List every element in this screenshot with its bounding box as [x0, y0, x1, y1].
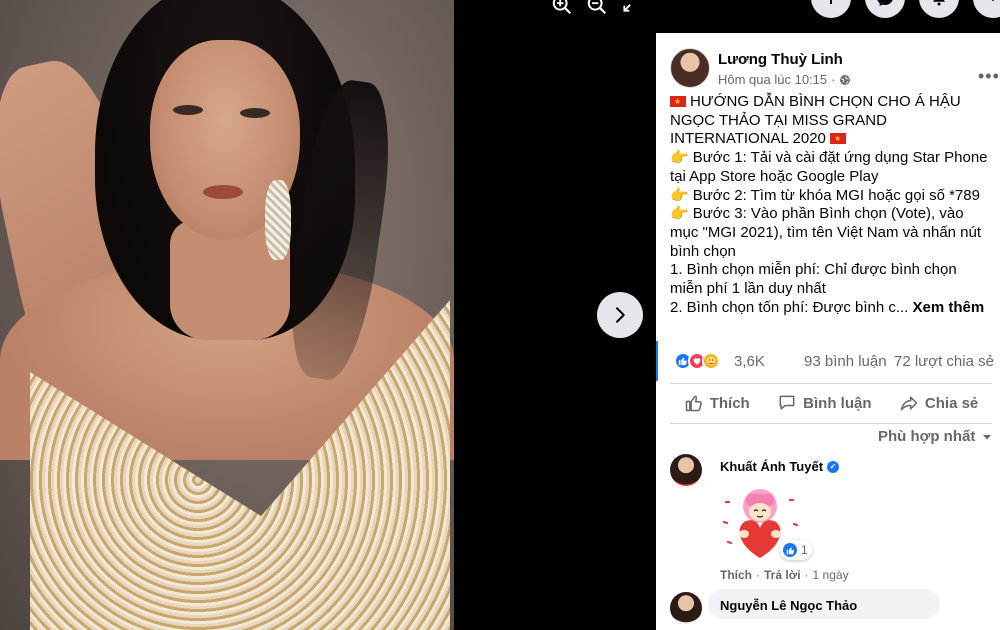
caret-down-icon — [983, 434, 992, 439]
sticker-like-count: 1 — [801, 543, 808, 557]
photo-eye-right — [240, 108, 270, 118]
comment-sort-dropdown[interactable]: Phù hợp nhất — [878, 428, 993, 445]
see-more-link[interactable]: Xem thêm — [913, 299, 985, 316]
zoom-out-icon[interactable] — [585, 0, 609, 18]
next-photo-button[interactable] — [597, 292, 643, 338]
post-header: Lương Thuỳ Linh Hôm qua lúc 10:15 · ••• — [670, 48, 999, 92]
post-step-2-text: Bước 2: Tìm từ khóa MGI hoặc gọi số *789 — [692, 186, 980, 204]
photo-earring — [265, 180, 291, 260]
author-avatar[interactable] — [670, 48, 710, 88]
separator-dot: · — [831, 72, 836, 87]
separator-dot: · — [804, 568, 809, 582]
like-reaction-icon — [782, 542, 798, 558]
share-count[interactable]: 72 lượt chia sẻ — [894, 353, 994, 370]
post-meta: Hôm qua lúc 10:15 · — [718, 72, 851, 87]
post-actions: Thích Bình luận Chia sẻ — [670, 388, 992, 418]
commenter-avatar[interactable] — [670, 592, 702, 624]
commenter-name[interactable]: Khuất Ánh Tuyết ✓ — [720, 459, 840, 474]
reaction-count[interactable]: 3,6K — [734, 353, 765, 370]
comment-time[interactable]: 1 ngày — [813, 568, 849, 582]
sticker-reaction-badge[interactable]: 1 — [780, 540, 812, 560]
thumbs-up-icon — [685, 395, 702, 412]
commenter-name-text: Nguyễn Lê Ngọc Thảo — [720, 598, 858, 613]
comment-like-button[interactable]: Thích — [720, 568, 752, 582]
post-item-2: 2. Bình chọn tốn phí: Được bình c... Xem… — [670, 299, 992, 318]
author-name[interactable]: Lương Thuỳ Linh — [718, 51, 843, 68]
reaction-summary: 3,6K 93 bình luận 72 lượt chia sẻ — [674, 351, 996, 375]
top-actions — [811, 0, 1000, 18]
post-item-1: 1. Bình chọn miễn phí: Chỉ được bình chọ… — [670, 261, 957, 298]
post-time[interactable]: Hôm qua lúc 10:15 — [718, 72, 827, 87]
comment-icon — [779, 395, 795, 410]
commenter-name-text: Khuất Ánh Tuyết — [720, 459, 824, 474]
plus-icon — [830, 0, 832, 4]
more-options-icon[interactable]: ••• — [978, 66, 1000, 87]
highlight-bar — [656, 341, 658, 381]
reaction-icons[interactable] — [674, 352, 720, 370]
post-item-2-text: 2. Bình chọn tốn phí: Được bình c... — [670, 298, 909, 316]
notifications-button[interactable] — [919, 0, 959, 18]
create-button[interactable] — [811, 0, 851, 18]
post-step-3: 👉 Bước 3: Vào phần Bình chọn (Vote), vào … — [670, 205, 992, 261]
share-button[interactable]: Chia sẻ — [899, 388, 978, 418]
account-menu-button[interactable] — [973, 0, 1000, 18]
like-label: Thích — [709, 394, 750, 412]
zoom-in-icon[interactable] — [550, 0, 574, 18]
fullscreen-icon[interactable] — [619, 0, 643, 18]
separator-dot: · — [756, 568, 760, 582]
pointing-hand-icon: 👉 — [670, 186, 689, 204]
post-text: HƯỚNG DẪN BÌNH CHỌN CHO Á HẬU NGỌC THẢO … — [670, 93, 992, 317]
vietnam-flag-icon — [830, 133, 847, 145]
share-icon — [900, 396, 918, 411]
photo-eye-left — [173, 105, 203, 115]
photo-viewer — [0, 0, 656, 630]
post-step-1: 👉 Bước 1: Tải và cài đặt ứng dụng Star Ph… — [670, 149, 992, 186]
post-step-3-text: Bước 3: Vào phần Bình chọn (Vote), vào m… — [670, 205, 982, 260]
messenger-button[interactable] — [865, 0, 905, 18]
post-step-2: 👉 Bước 2: Tìm từ khóa MGI hoặc gọi số *78… — [670, 187, 992, 206]
comment-count[interactable]: 93 bình luận — [804, 353, 887, 370]
comment-label: Bình luận — [803, 394, 872, 412]
share-label: Chia sẻ — [924, 394, 979, 412]
post-step-1-text: Bước 1: Tải và cài đặt ứng dụng Star Pho… — [670, 149, 988, 185]
chevron-down-icon — [991, 0, 995, 2]
actions-divider-top — [670, 383, 992, 384]
comment-button[interactable]: Bình luận — [777, 388, 871, 418]
comment-item: Nguyễn Lê Ngọc Thảo — [670, 589, 992, 629]
actions-divider-bottom — [670, 423, 992, 424]
verified-badge-icon: ✓ — [827, 460, 840, 473]
sort-label: Phù hợp nhất — [878, 428, 976, 445]
facebook-photo-viewer: Lương Thuỳ Linh Hôm qua lúc 10:15 · ••• … — [0, 0, 1000, 630]
care-reaction-icon — [702, 352, 720, 370]
commenter-name[interactable]: Nguyễn Lê Ngọc Thảo — [720, 598, 857, 613]
globe-icon[interactable] — [839, 74, 851, 86]
post-headline: HƯỚNG DẪN BÌNH CHỌN CHO Á HẬU NGỌC THẢO … — [670, 93, 992, 149]
messenger-icon — [877, 0, 893, 7]
comment-item: Khuất Ánh Tuyết ✓ 1 Thích · Trả lời · 1 … — [670, 454, 992, 594]
post-headline-text: HƯỚNG DẪN BÌNH CHỌN CHO Á HẬU NGỌC THẢO … — [670, 93, 961, 148]
like-button[interactable]: Thích — [684, 388, 750, 418]
vietnam-flag-icon — [670, 96, 686, 107]
post-photo[interactable] — [0, 0, 454, 630]
pointing-hand-icon: 👉 — [670, 205, 689, 223]
post-sidebar: Lương Thuỳ Linh Hôm qua lúc 10:15 · ••• … — [656, 33, 1000, 630]
pointing-hand-icon: 👉 — [670, 149, 689, 167]
comment-reply-button[interactable]: Trả lời — [764, 568, 801, 582]
comment-actions: Thích · Trả lời · 1 ngày — [720, 568, 849, 582]
chevron-right-icon — [616, 307, 625, 323]
commenter-avatar[interactable] — [670, 454, 702, 486]
bell-icon — [933, 0, 945, 6]
photo-lips — [203, 185, 243, 199]
